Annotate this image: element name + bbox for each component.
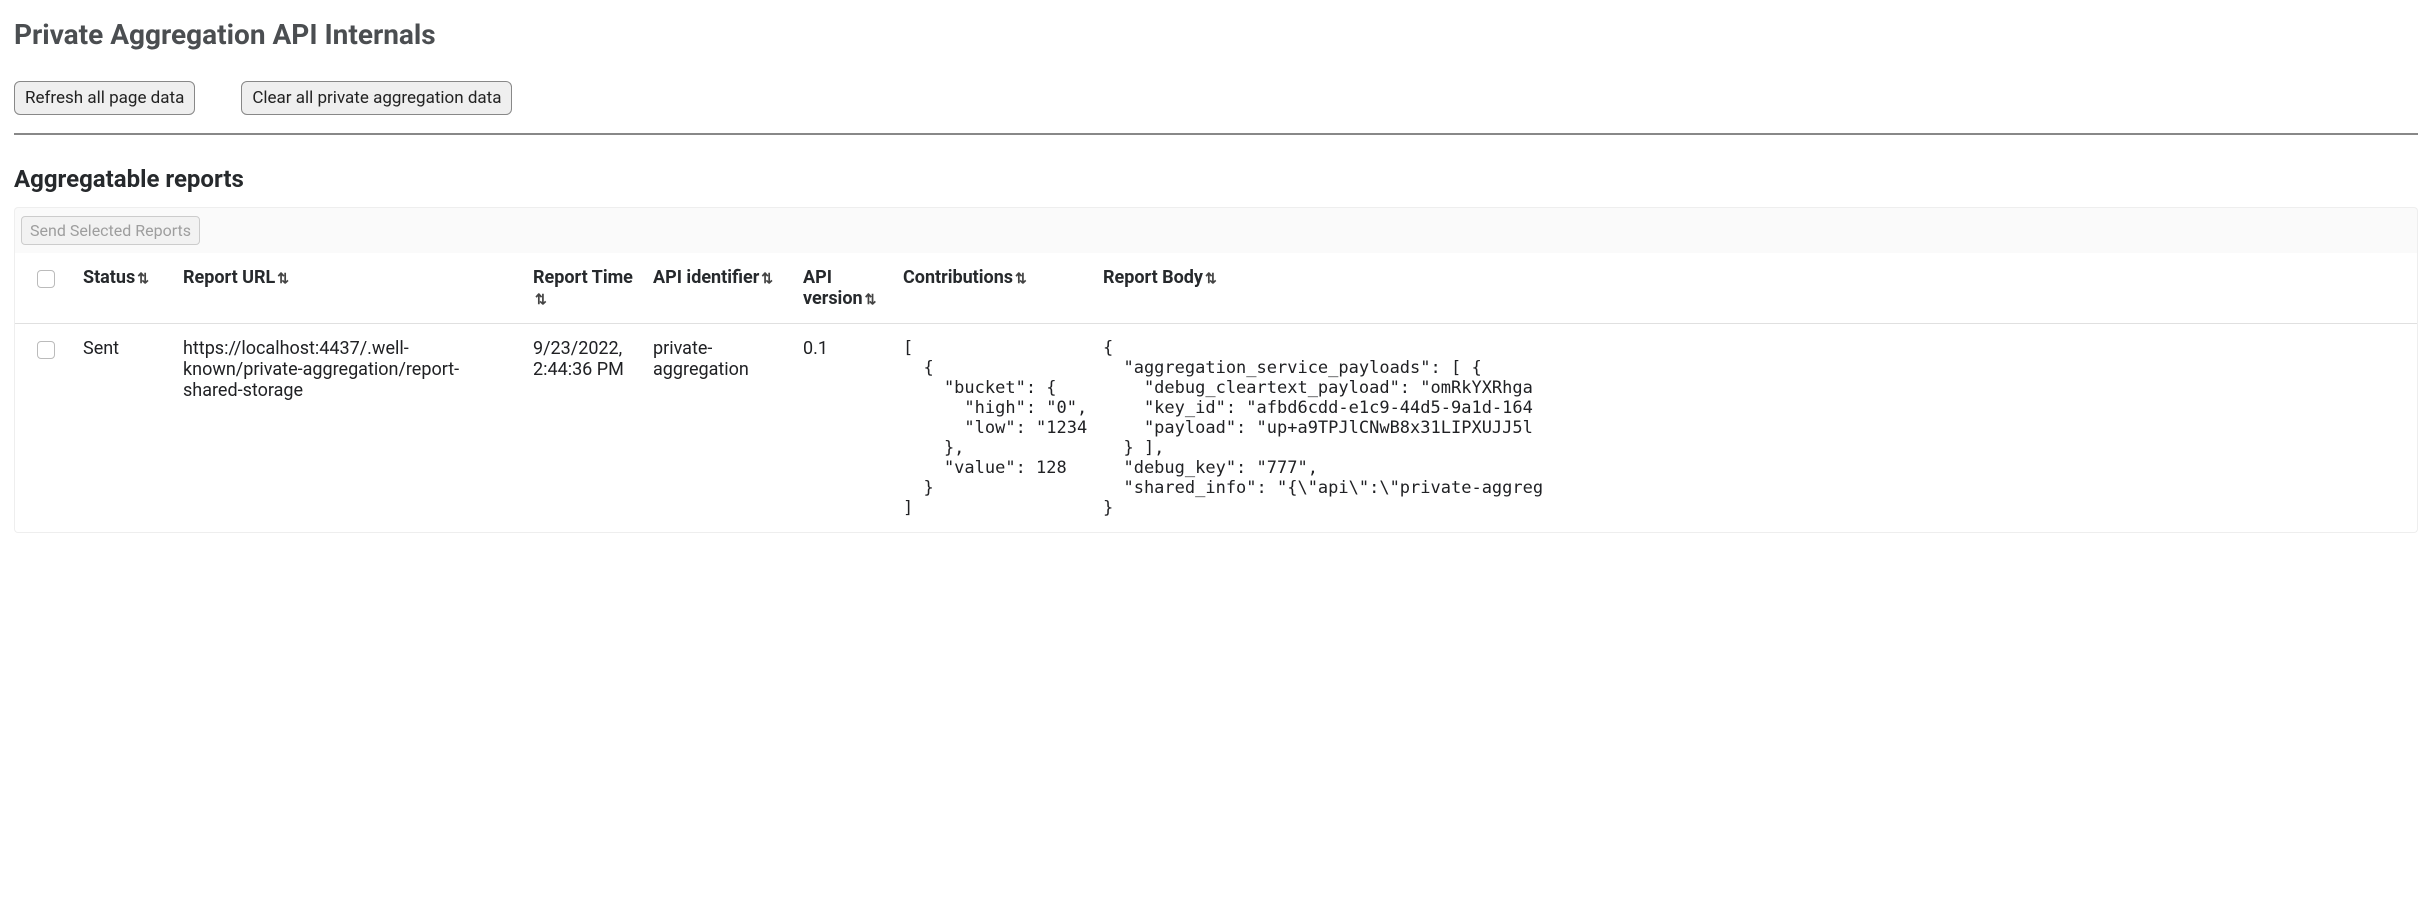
- cell-api-identifier: private-aggregation: [645, 324, 795, 533]
- select-all-checkbox[interactable]: [37, 270, 55, 288]
- reports-table: Status⇅ Report URL⇅ Report Time⇅ API ide…: [15, 253, 2417, 532]
- cell-report-time: 9/23/2022, 2:44:36 PM: [525, 324, 645, 533]
- contributions-pre: [ { "bucket": { "high": "0", "low": "123…: [903, 338, 1087, 518]
- reports-toolbar: Send Selected Reports: [14, 207, 2418, 253]
- page-title: Private Aggregation API Internals: [14, 18, 2418, 51]
- clear-data-button[interactable]: Clear all private aggregation data: [241, 81, 512, 115]
- col-status-header[interactable]: Status⇅: [75, 253, 175, 324]
- row-select-checkbox[interactable]: [37, 341, 55, 359]
- report-body-pre: { "aggregation_service_payloads": [ { "d…: [1103, 338, 2409, 518]
- cell-report-url: https://localhost:4437/.well-known/priva…: [175, 324, 525, 533]
- reports-heading: Aggregatable reports: [14, 165, 2418, 193]
- sort-icon: ⇅: [277, 271, 289, 287]
- sort-icon: ⇅: [137, 271, 149, 287]
- sort-icon: ⇅: [865, 292, 877, 308]
- table-row: Sent https://localhost:4437/.well-known/…: [15, 324, 2417, 533]
- col-report-time-header[interactable]: Report Time⇅: [525, 253, 645, 324]
- sort-icon: ⇅: [1015, 271, 1027, 287]
- refresh-button[interactable]: Refresh all page data: [14, 81, 195, 115]
- col-report-body-header[interactable]: Report Body⇅: [1095, 253, 2417, 324]
- cell-report-body: { "aggregation_service_payloads": [ { "d…: [1095, 324, 2417, 533]
- col-api-version-header[interactable]: API version⇅: [795, 253, 895, 324]
- sort-icon: ⇅: [1205, 271, 1217, 287]
- actions-toolbar: Refresh all page data Clear all private …: [14, 81, 2418, 115]
- divider: [14, 133, 2418, 135]
- reports-table-container: Status⇅ Report URL⇅ Report Time⇅ API ide…: [14, 253, 2418, 533]
- cell-status: Sent: [75, 324, 175, 533]
- cell-contributions: [ { "bucket": { "high": "0", "low": "123…: [895, 324, 1095, 533]
- cell-api-version: 0.1: [795, 324, 895, 533]
- col-api-identifier-header[interactable]: API identifier⇅: [645, 253, 795, 324]
- sort-icon: ⇅: [535, 292, 547, 308]
- table-header-row: Status⇅ Report URL⇅ Report Time⇅ API ide…: [15, 253, 2417, 324]
- col-report-url-header[interactable]: Report URL⇅: [175, 253, 525, 324]
- send-selected-button[interactable]: Send Selected Reports: [21, 216, 200, 245]
- col-contributions-header[interactable]: Contributions⇅: [895, 253, 1095, 324]
- sort-icon: ⇅: [761, 271, 773, 287]
